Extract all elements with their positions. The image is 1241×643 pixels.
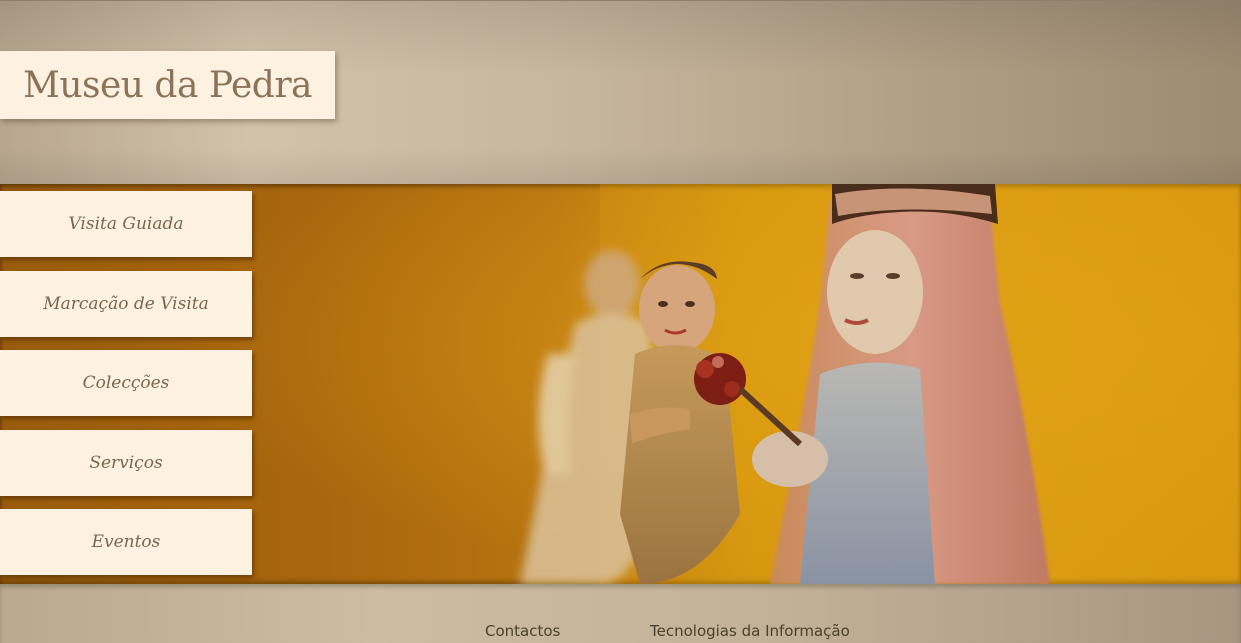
site-title: Museu da Pedra (22, 64, 313, 106)
footer-link-tecnologias[interactable]: Tecnologias da Informação (650, 622, 850, 640)
nav-item-marcacao-de-visita[interactable]: Marcação de Visita (0, 271, 252, 337)
nav-item-label: Visita Guiada (68, 214, 184, 234)
nav-item-eventos[interactable]: Eventos (0, 509, 252, 575)
nav-item-visita-guiada[interactable]: Visita Guiada (0, 191, 252, 257)
site-logo[interactable]: Museu da Pedra (0, 51, 335, 119)
nav-item-label: Eventos (91, 532, 161, 552)
nav-item-servicos[interactable]: Serviços (0, 430, 252, 496)
footer-link-contactos[interactable]: Contactos (485, 622, 560, 640)
nav-item-coleccoes[interactable]: Colecções (0, 350, 252, 416)
nav-item-label: Serviços (89, 453, 163, 473)
nav-item-label: Colecções (82, 373, 170, 393)
nav-item-label: Marcação de Visita (43, 294, 209, 314)
footer: Contactos Tecnologias da Informação (0, 584, 1241, 643)
